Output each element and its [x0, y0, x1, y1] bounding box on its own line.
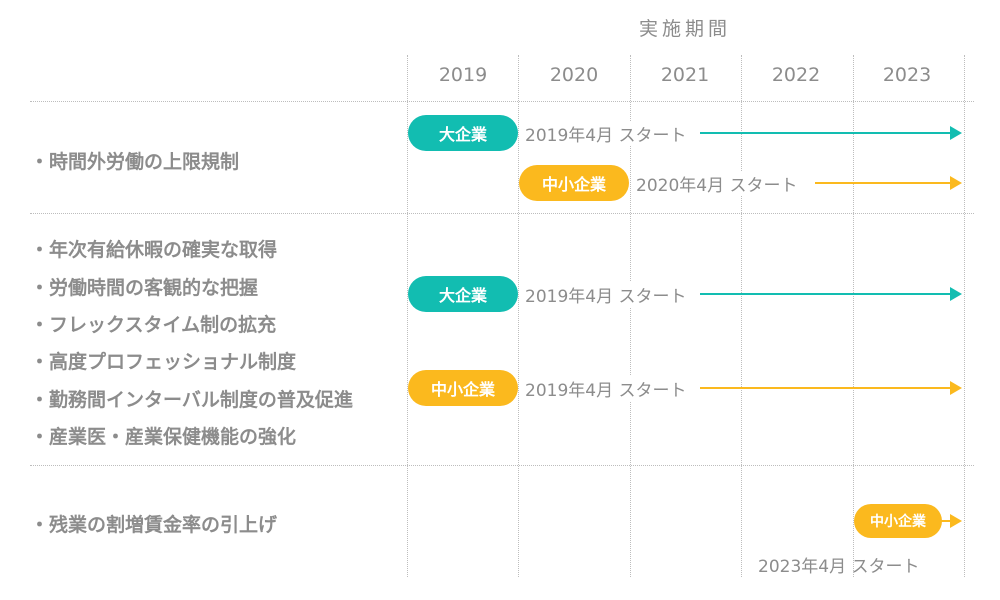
item-overtime-cap: 時間外労働の上限規制 [30, 147, 239, 174]
year-header-2022: 2022 [771, 64, 821, 86]
item-occupational-health: 産業医・産業保健機能の強化 [30, 422, 296, 449]
year-header-2020: 2020 [549, 64, 599, 86]
grid-line [518, 55, 519, 577]
item-overtime-premium: 残業の割増賃金率の引上げ [30, 510, 277, 537]
arrow-sme [700, 381, 962, 395]
item-working-hours-tracking: 労働時間の客観的な把握 [30, 273, 258, 300]
badge-large-enterprise: 大企業 [408, 276, 518, 312]
arrow-large-enterprise [700, 287, 962, 301]
start-label: 2023年4月 スタート [758, 557, 920, 577]
item-high-professional: 高度プロフェッショナル制度 [30, 347, 296, 374]
badge-sme: 中小企業 [854, 504, 942, 538]
year-header-2021: 2021 [660, 64, 710, 86]
item-paid-leave: 年次有給休暇の確実な取得 [30, 235, 277, 262]
start-label: 2019年4月 スタート [525, 282, 691, 307]
year-header-2019: 2019 [438, 64, 488, 86]
start-label: 2019年4月 スタート [525, 376, 691, 401]
item-interval-system: 勤務間インターバル制度の普及促進 [30, 385, 353, 412]
period-title: 実施期間 [638, 18, 731, 40]
row-divider [30, 465, 974, 466]
badge-sme: 中小企業 [519, 165, 629, 201]
badge-large-enterprise: 大企業 [408, 115, 518, 151]
grid-line [964, 55, 965, 577]
start-label: 2019年4月 スタート [525, 121, 691, 146]
badge-sme: 中小企業 [408, 370, 518, 406]
arrow-large-enterprise [700, 126, 962, 140]
item-flextime: フレックスタイム制の拡充 [30, 310, 276, 337]
arrow-sme [815, 176, 962, 190]
arrow-sme [940, 514, 962, 528]
row-divider [30, 101, 974, 102]
start-label: 2020年4月 スタート [636, 171, 802, 196]
row-divider [30, 213, 974, 214]
year-header-2023: 2023 [882, 64, 932, 86]
